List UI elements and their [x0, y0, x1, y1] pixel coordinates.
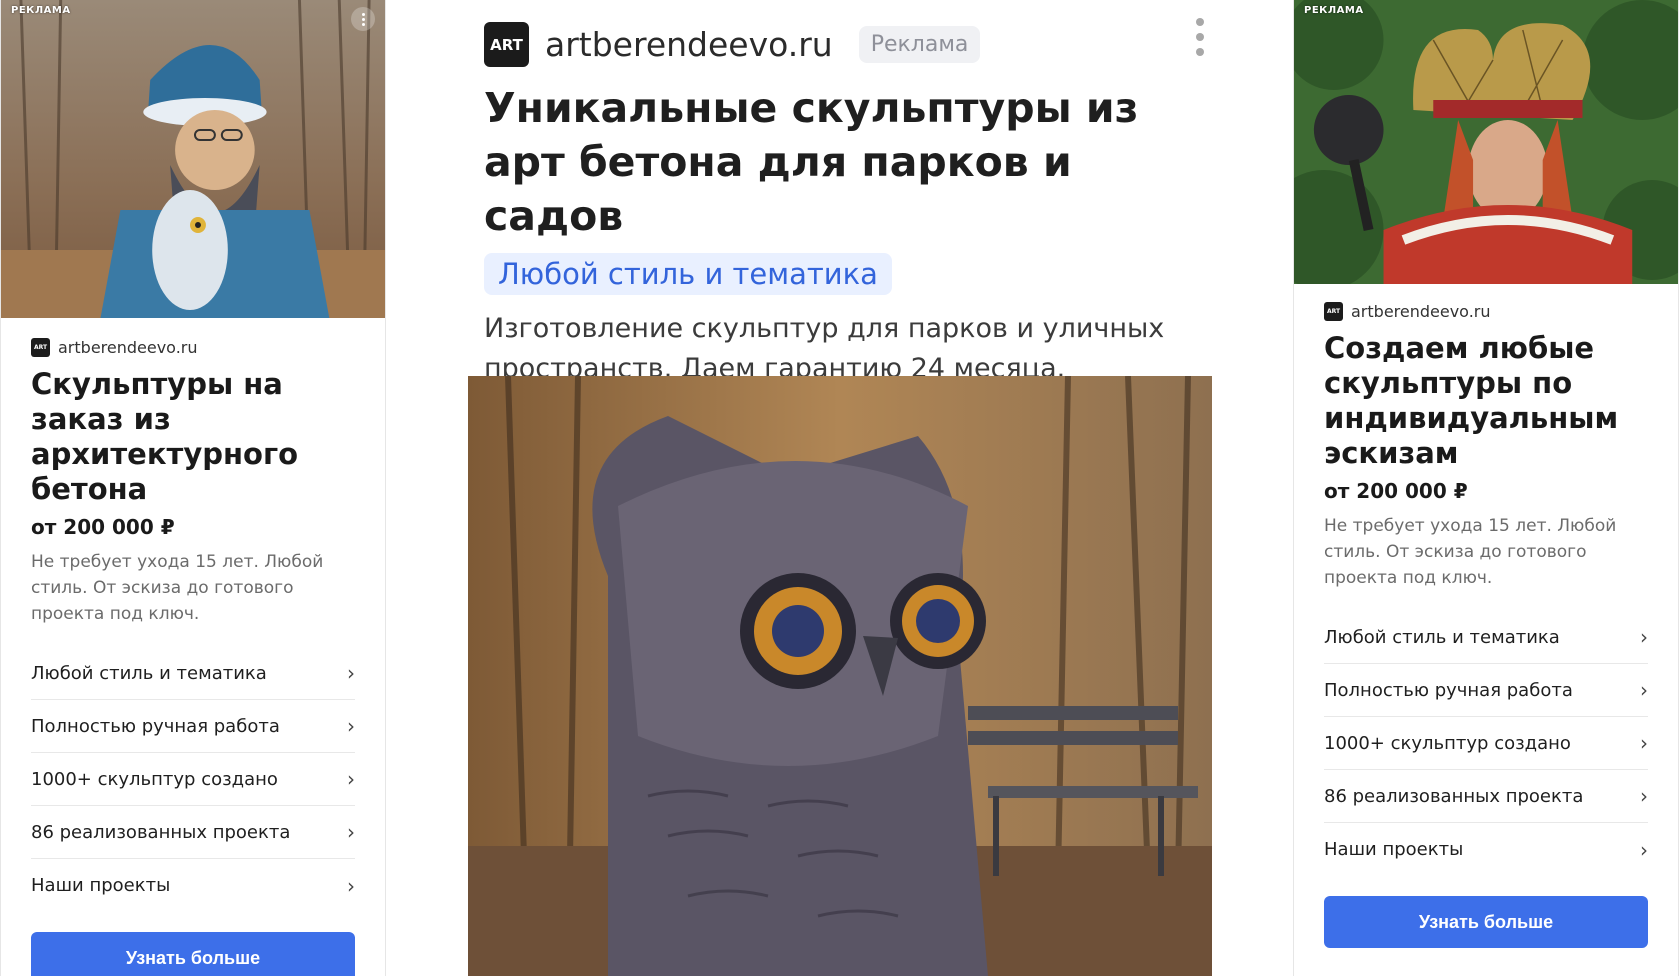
ad-tag[interactable]: Любой стиль и тематика	[484, 253, 892, 295]
ad-title[interactable]: Уникальные скульптуры из арт бетона для …	[484, 81, 1184, 243]
ad-label: РЕКЛАМА	[1304, 5, 1364, 16]
advertiser-logo-icon: ART	[1324, 302, 1343, 321]
chevron-right-icon: ›	[1640, 837, 1648, 862]
sitelink-label: Любой стиль и тематика	[31, 662, 267, 684]
sitelink-label: Полностью ручная работа	[31, 715, 280, 737]
learn-more-button[interactable]: Узнать больше	[31, 932, 355, 976]
chevron-right-icon: ›	[1640, 784, 1648, 808]
ad-description: Не требует ухода 15 лет. Любой стиль. От…	[31, 552, 324, 624]
sitelink-item[interactable]: 86 реализованных проекта ›	[31, 806, 355, 859]
sitelink-item[interactable]: 1000+ скульптур создано ›	[31, 753, 355, 806]
more-options-icon[interactable]	[351, 7, 375, 31]
chevron-right-icon: ›	[347, 714, 355, 738]
sitelink-label: Полностью ручная работа	[1324, 679, 1573, 701]
sitelink-item[interactable]: 86 реализованных проекта ›	[1324, 770, 1648, 823]
ad-page: РЕКЛАМА ART artberendeevo.ru Скульптуры …	[0, 0, 1680, 976]
sitelink-item[interactable]: Любой стиль и тематика ›	[1324, 611, 1648, 664]
sitelink-item[interactable]: Наши проекты ›	[31, 859, 355, 912]
advertiser-logo-icon: ART	[31, 338, 50, 357]
sitelink-item[interactable]: 1000+ скульптур создано ›	[1324, 717, 1648, 770]
sitelink-label: 1000+ скульптур создано	[31, 768, 278, 790]
sitelinks-list: Любой стиль и тематика › Полностью ручна…	[31, 647, 355, 912]
advertiser-domain-row[interactable]: ART artberendeevo.ru	[31, 338, 355, 357]
sitelinks-list: Любой стиль и тематика › Полностью ручна…	[1324, 611, 1648, 876]
right-ad-photo[interactable]: РЕКЛАМА	[1294, 0, 1678, 284]
left-ad-card[interactable]: РЕКЛАМА ART artberendeevo.ru Скульптуры …	[0, 0, 386, 976]
advertiser-domain-row[interactable]: ART artberendeevo.ru	[1324, 302, 1648, 321]
center-ad-card[interactable]: ART artberendeevo.ru Реклама Уникальные …	[466, 0, 1212, 976]
ad-price: от 200 000 ₽	[31, 515, 175, 539]
advertiser-domain[interactable]: artberendeevo.ru	[545, 25, 833, 64]
sitelink-label: Любой стиль и тематика	[1324, 626, 1560, 648]
chevron-right-icon: ›	[347, 767, 355, 791]
learn-more-button[interactable]: Узнать больше	[1324, 896, 1648, 948]
sitelink-label: Наши проекты	[1324, 839, 1464, 860]
advertiser-header: ART artberendeevo.ru Реклама	[484, 22, 1212, 67]
ad-price: от 200 000 ₽	[1324, 479, 1468, 503]
sitelink-item[interactable]: Наши проекты ›	[1324, 823, 1648, 876]
chevron-right-icon: ›	[347, 661, 355, 685]
chevron-right-icon: ›	[1640, 731, 1648, 755]
advertiser-logo-icon[interactable]: ART	[484, 22, 529, 67]
sitelink-label: 86 реализованных проекта	[31, 821, 291, 843]
queen-of-hearts-sculpture-image	[1294, 0, 1678, 284]
sitelink-item[interactable]: Полностью ручная работа ›	[31, 700, 355, 753]
sitelink-label: 86 реализованных проекта	[1324, 785, 1584, 807]
sitelink-label: Наши проекты	[31, 875, 171, 896]
more-options-icon[interactable]	[1196, 18, 1204, 56]
owl-sculpture-image	[468, 376, 1212, 976]
sitelink-item[interactable]: Любой стиль и тематика ›	[31, 647, 355, 700]
ad-label: РЕКЛАМА	[11, 5, 71, 16]
ad-title[interactable]: Создаем любые скульптуры по индивидуальн…	[1324, 331, 1648, 471]
sitelink-item[interactable]: Полностью ручная работа ›	[1324, 664, 1648, 717]
chevron-right-icon: ›	[1640, 625, 1648, 649]
advertiser-domain: artberendeevo.ru	[1351, 302, 1491, 321]
ad-description: Не требует ухода 15 лет. Любой стиль. От…	[1324, 516, 1617, 588]
chevron-right-icon: ›	[1640, 678, 1648, 702]
ad-badge: Реклама	[858, 26, 981, 63]
right-ad-card[interactable]: РЕКЛАМА ART artberendeevo.ru Создаем люб…	[1293, 0, 1679, 976]
left-ad-photo[interactable]: РЕКЛАМА	[1, 0, 385, 318]
chevron-right-icon: ›	[347, 873, 355, 898]
advertiser-domain: artberendeevo.ru	[58, 338, 198, 357]
wizard-with-owl-sculpture-image	[1, 0, 385, 318]
chevron-right-icon: ›	[347, 820, 355, 844]
center-ad-photo[interactable]	[468, 376, 1212, 976]
sitelink-label: 1000+ скульптур создано	[1324, 732, 1571, 754]
ad-title[interactable]: Скульптуры на заказ из архитектурного бе…	[31, 367, 355, 507]
